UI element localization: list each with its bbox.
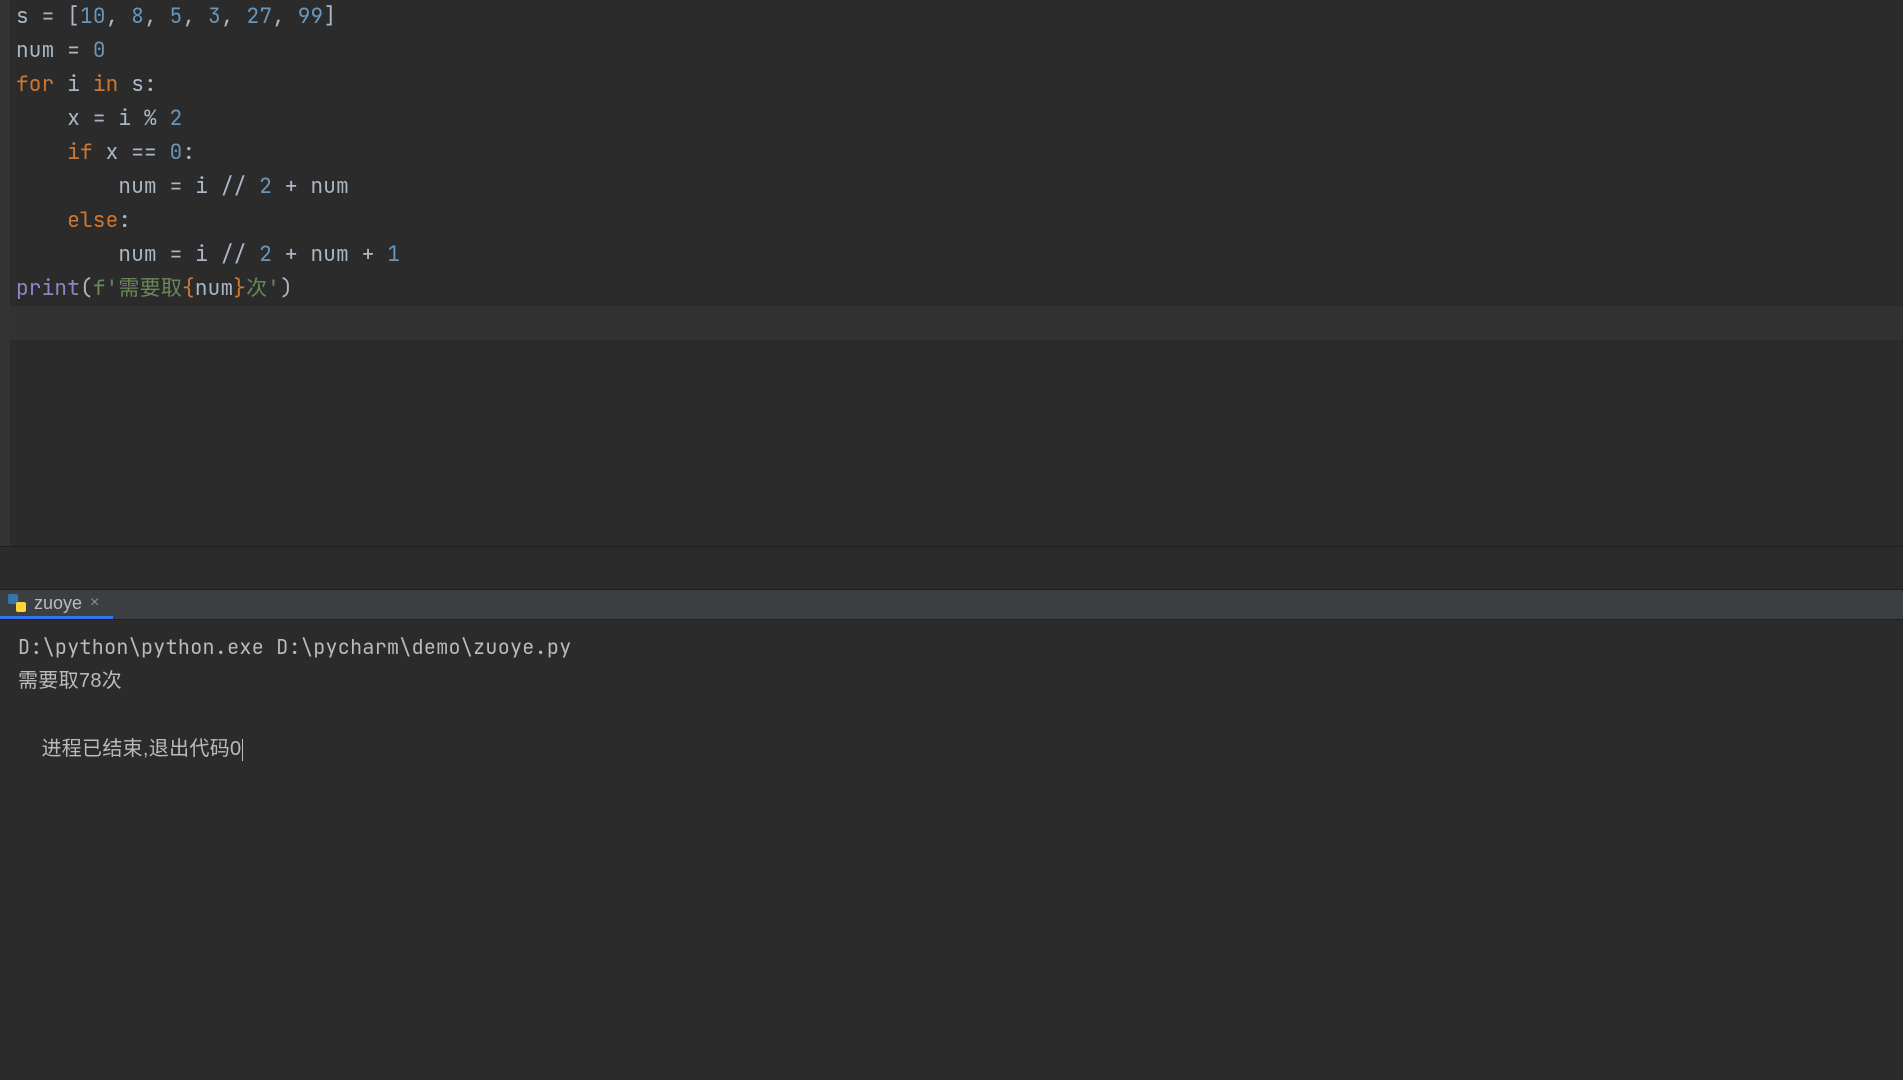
code-line[interactable]: num = i // 2 + num + 1 — [16, 238, 1903, 272]
editor-gutter — [0, 0, 10, 546]
panel-splitter[interactable] — [0, 546, 1903, 590]
code-editor[interactable]: s = [10, 8, 5, 3, 27, 99]num = 0for i in… — [0, 0, 1903, 546]
code-line[interactable]: num = i // 2 + num — [16, 170, 1903, 204]
code-content[interactable]: s = [10, 8, 5, 3, 27, 99]num = 0for i in… — [16, 0, 1903, 306]
run-tab-zuoye[interactable]: zuoye × — [0, 590, 113, 619]
code-line[interactable]: print(f'需要取{num}次') — [16, 272, 1903, 306]
text-cursor — [242, 739, 243, 761]
console-line: 需要取78次 — [18, 664, 1885, 698]
run-toolwindow-tabbar: zuoye × — [0, 590, 1903, 620]
code-line[interactable]: s = [10, 8, 5, 3, 27, 99] — [16, 0, 1903, 34]
run-console[interactable]: D:\python\python.exe D:\pycharm\demo\zuo… — [0, 620, 1903, 810]
console-line: D:\python\python.exe D:\pycharm\demo\zuo… — [18, 630, 1885, 664]
code-line[interactable]: else: — [16, 204, 1903, 238]
code-line[interactable]: num = 0 — [16, 34, 1903, 68]
caret-line-highlight — [10, 306, 1903, 340]
code-line[interactable]: if x == 0: — [16, 136, 1903, 170]
code-line[interactable]: x = i % 2 — [16, 102, 1903, 136]
run-tab-label: zuoye — [34, 593, 82, 614]
console-line: 进程已结束,退出代码0 — [18, 698, 1885, 800]
close-icon[interactable]: × — [90, 594, 99, 612]
python-file-icon — [8, 594, 26, 612]
code-line[interactable]: for i in s: — [16, 68, 1903, 102]
